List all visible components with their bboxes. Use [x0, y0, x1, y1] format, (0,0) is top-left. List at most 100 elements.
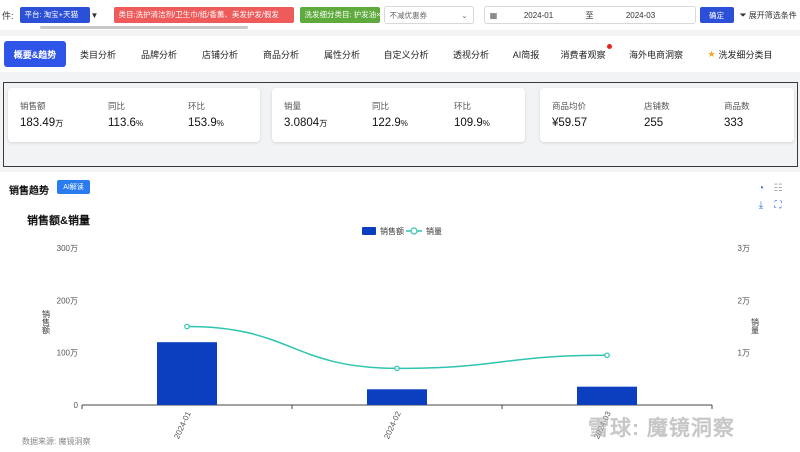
volume-yoy-unit: %	[400, 119, 408, 128]
tab-11[interactable]: ★ 洗发细分类目	[698, 41, 782, 67]
data-source-note: 数据来源: 魔镜洞察	[22, 437, 91, 446]
tab-2[interactable]: 品牌分析	[130, 41, 188, 67]
x-tick-label: 2024-02	[382, 410, 403, 441]
subcategory-filter-label: 洗发细分类目: 护发油	[304, 10, 377, 19]
sales-label: 销售额	[20, 101, 46, 111]
tab-10[interactable]: 海外电商洞察	[618, 41, 694, 67]
sales-mom-unit: %	[216, 119, 224, 128]
tab-1[interactable]: 类目分析	[70, 41, 126, 67]
right-axis-title: 销量	[751, 317, 760, 334]
tab-label: 洗发细分类目	[718, 49, 773, 60]
date-start[interactable]: 2024-01	[503, 11, 575, 20]
tab-label: 透视分析	[452, 49, 489, 60]
volume-point	[394, 365, 400, 372]
volume-mom-metric: 环比 109.9%	[454, 100, 490, 129]
tab-7[interactable]: 透视分析	[442, 41, 500, 67]
date-range-picker[interactable]: ▦ 2024-01 至 2024-03	[483, 6, 696, 24]
tab-3[interactable]: 店铺分析	[192, 41, 248, 67]
x-tick-label: 2024-01	[172, 410, 193, 441]
y-tick-label: 300万	[57, 244, 78, 253]
chevron-down-icon: ⌄	[461, 10, 468, 20]
tab-label: 店铺分析	[201, 49, 238, 60]
watermark: 雪球: 魔镜洞察	[588, 417, 735, 440]
expand-filters-label: 展开筛选条件	[748, 10, 797, 20]
volume-point	[604, 352, 610, 359]
shops-metric: 店铺数 255	[644, 100, 670, 129]
legend-line-label: 销量	[426, 226, 442, 236]
legend-bar-swatch	[362, 227, 376, 235]
funnel-icon: ⏷	[739, 9, 747, 20]
sales-unit: 万	[55, 119, 64, 128]
y2-tick-label: 1万	[738, 349, 750, 358]
chart-legend[interactable]: 销售额 销量	[362, 226, 442, 236]
y2-tick-label: 2万	[738, 296, 750, 305]
shops-label: 店铺数	[644, 101, 670, 111]
platform-filter-chip[interactable]: 平台: 淘宝+天猫	[19, 7, 90, 23]
shops-value: 255	[644, 117, 664, 129]
subcategory-filter-chip[interactable]: 洗发细分类目: 护发油 ×	[299, 7, 380, 23]
sales-mom-wrap: 153.9%	[188, 117, 224, 129]
horizontal-scrollbar[interactable]	[40, 26, 248, 29]
date-end[interactable]: 2024-03	[605, 11, 677, 20]
category-filter-chip[interactable]: 类目:洗护清洁剂/卫生巾/纸/香薰、美发护发/假发	[113, 7, 294, 23]
tab-4[interactable]: 商品分析	[252, 41, 310, 67]
tab-label: 类目分析	[79, 49, 116, 60]
sales-mom-value: 153.9	[188, 117, 217, 129]
y-tick-label: 100万	[57, 349, 78, 358]
main-tabs: 概要&趋势 类目分析 品牌分析 店铺分析 商品分析 属性分析 自定义分析 透视分析 AI简报 消费…	[0, 36, 800, 72]
avg-price-label: 商品均价	[552, 101, 587, 111]
metrics-panel: 销售额 183.49万 同比 113.6% 环比 153.9% 销量 3.080…	[3, 82, 798, 167]
legend-bar-label: 销售额	[380, 226, 404, 236]
sales-bar	[367, 389, 427, 405]
confirm-button[interactable]: 确定	[699, 7, 734, 23]
products-label: 商品数	[724, 101, 750, 111]
star-icon: ★	[707, 48, 716, 59]
sales-yoy-wrap: 113.6%	[108, 117, 143, 129]
products-metric: 商品数 333	[724, 100, 750, 129]
filter-bar: 件: 平台: 淘宝+天猫 ▼ 类目:洗护清洁剂/卫生巾/纸/香薰、美发护发/假发…	[0, 0, 800, 30]
tab-label: 品牌分析	[140, 49, 177, 60]
y-tick-label: 0	[74, 401, 79, 410]
tab-8[interactable]: AI简报	[504, 41, 548, 67]
avg-price-value: ¥59.57	[552, 117, 588, 129]
sales-value-wrap: 183.49万	[20, 117, 63, 129]
sales-mom-metric: 环比 153.9%	[188, 100, 224, 129]
sales-mom-label: 环比	[188, 101, 206, 111]
tab-6[interactable]: 自定义分析	[374, 41, 438, 67]
volume-metrics-card: 销量 3.0804万 同比 122.9% 环比 109.9%	[272, 88, 525, 142]
y-tick-label: 200万	[57, 296, 78, 305]
volume-mom-value: 109.9	[454, 117, 483, 129]
calendar-icon: ▦	[489, 10, 498, 20]
left-axis: 0 100万 200万 300万	[57, 244, 79, 410]
sales-bars	[81, 342, 713, 409]
date-separator: 至	[585, 10, 594, 20]
close-icon[interactable]: ×	[376, 7, 379, 23]
volume-yoy-metric: 同比 122.9%	[372, 100, 408, 129]
volume-yoy-value: 122.9	[372, 117, 401, 129]
sales-metrics-card: 销售额 183.49万 同比 113.6% 环比 153.9%	[8, 88, 260, 142]
volume-line-path	[186, 325, 608, 370]
volume-value: 3.0804	[284, 117, 320, 129]
tab-9[interactable]: 消费者观察	[552, 41, 614, 67]
tab-label: 海外电商洞察	[628, 49, 683, 60]
volume-yoy-wrap: 122.9%	[372, 117, 408, 129]
products-value: 333	[724, 117, 744, 129]
volume-mom-unit: %	[482, 119, 490, 128]
volume-label: 销量	[284, 101, 302, 111]
tab-label: 概要&趋势	[13, 49, 57, 60]
tab-label: 消费者观察	[560, 49, 606, 60]
y2-tick-label: 3万	[738, 244, 750, 253]
tab-0[interactable]: 概要&趋势	[4, 41, 66, 67]
sales-bar	[157, 342, 217, 405]
sales-volume-chart: 销售额 销量 0100万200万300万 1万2万3万 2024-01 2024-0…	[42, 226, 760, 441]
discount-select[interactable]: 不减优惠券 ⌄	[383, 6, 474, 24]
tab-label: 属性分析	[323, 49, 360, 60]
tab-label: AI简报	[512, 49, 540, 60]
avg-price-metric: 商品均价 ¥59.57	[552, 100, 587, 129]
platform-chevron-down-icon[interactable]: ▼	[90, 11, 100, 20]
expand-filters-button[interactable]: ⏷ 展开筛选条件	[740, 10, 797, 21]
right-axis: 1万 2万 3万	[738, 244, 750, 358]
legend-line-marker	[410, 227, 418, 235]
sales-metric: 销售额 183.49万	[20, 100, 63, 129]
tab-5[interactable]: 属性分析	[314, 41, 370, 67]
